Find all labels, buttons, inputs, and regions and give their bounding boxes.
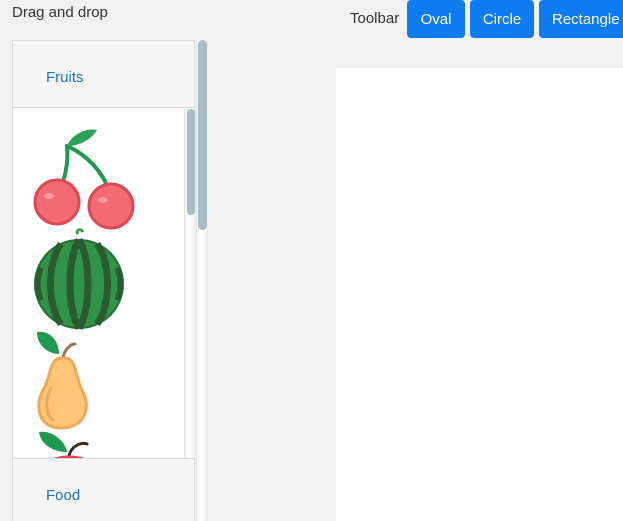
fruit-list-scroll-thumb[interactable] [187,109,195,215]
page-title: Drag and drop [12,4,108,21]
palette-scrollbar[interactable] [196,40,208,521]
fruit-symbol-list [13,108,194,458]
symbol-palette: Fruits Food [12,40,196,521]
palette-section-food[interactable]: Food [13,458,194,521]
palette-scroll-thumb[interactable] [198,40,207,230]
rectangle-button[interactable]: Rectangle [539,0,623,38]
pear-icon [37,331,88,430]
oval-button[interactable]: Oval [407,0,465,38]
cherry-icon [33,129,135,230]
palette-item-watermelon[interactable] [31,228,127,335]
palette-section-label: Fruits [46,69,84,86]
palette-item-cherry[interactable] [31,126,141,235]
app-window: Drag and drop Toolbar Oval Circle Rectan… [0,0,623,521]
palette-item-pear[interactable] [31,328,101,437]
apple-icon [39,431,89,458]
palette-section-label: Food [46,487,81,504]
circle-button[interactable]: Circle [470,0,534,38]
fruit-list-scrollbar[interactable] [184,108,196,458]
watermelon-icon [34,228,124,330]
toolbar-label: Toolbar [350,10,400,27]
palette-item-apple[interactable] [31,428,101,458]
palette-section-fruits[interactable]: Fruits [13,41,194,108]
drawing-canvas[interactable] [336,68,623,521]
